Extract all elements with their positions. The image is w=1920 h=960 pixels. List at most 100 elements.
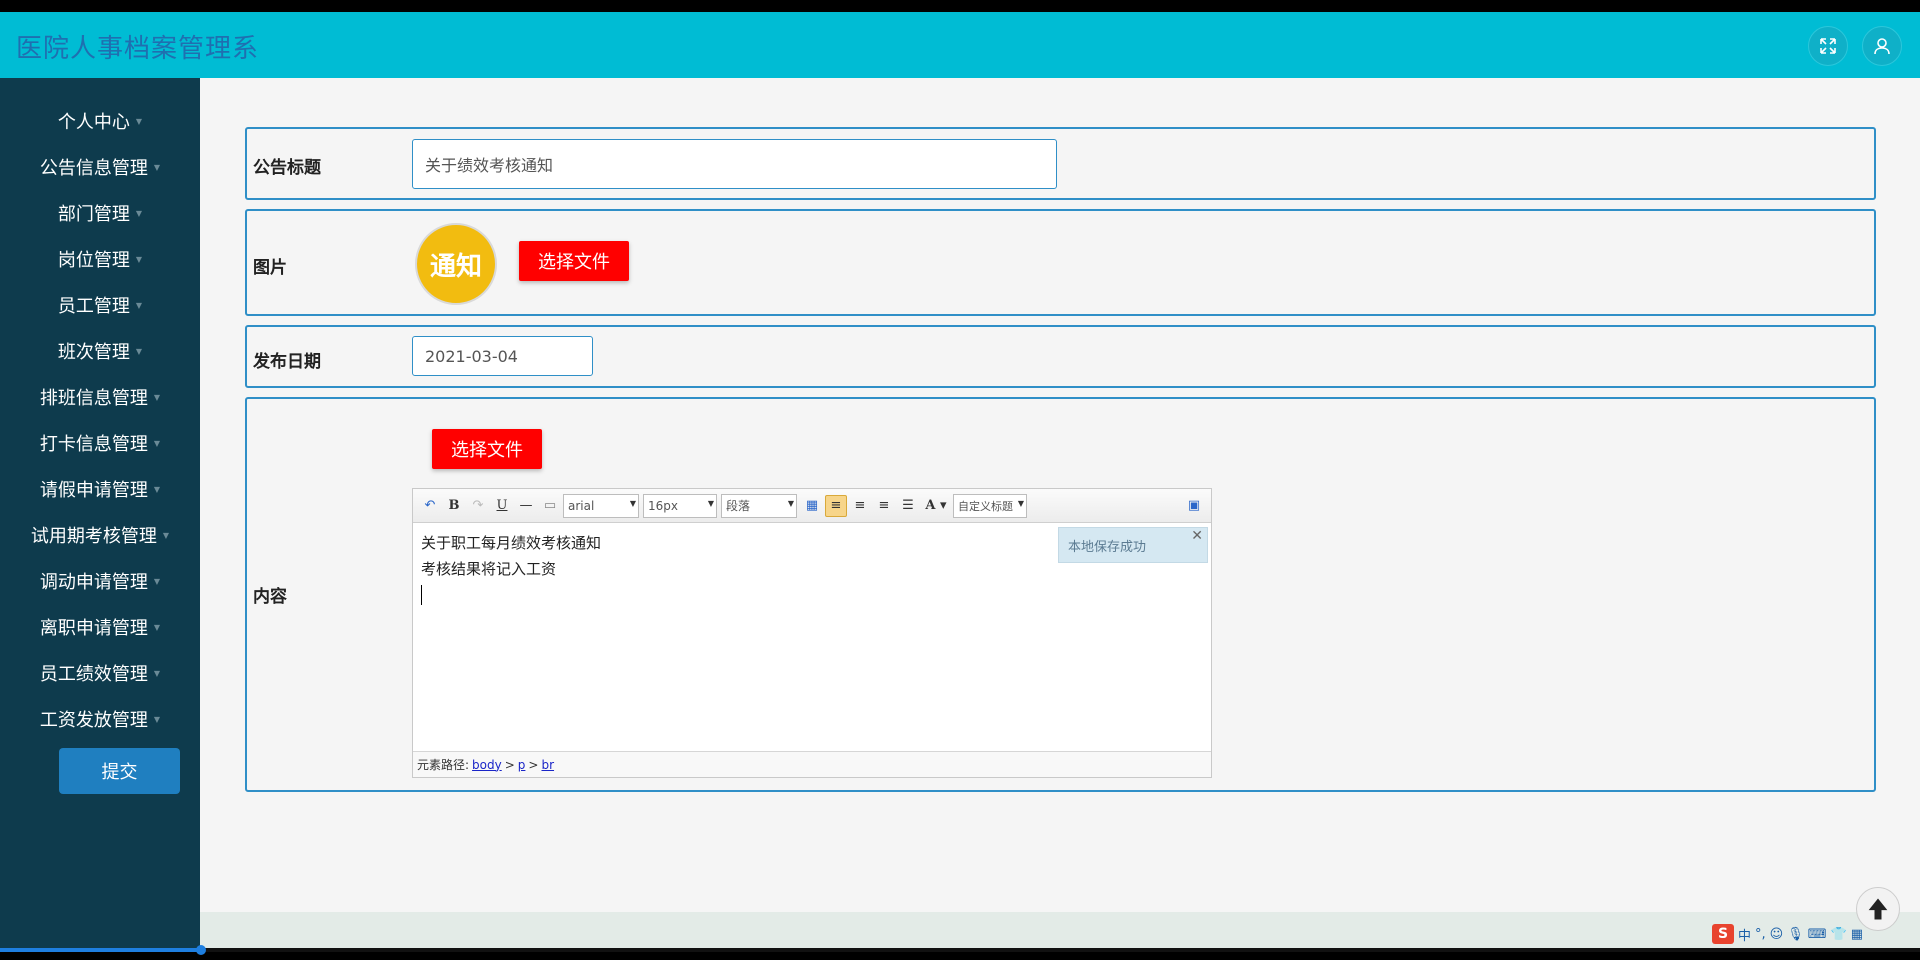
skin-icon[interactable]: 👕 — [1831, 927, 1847, 942]
form-row-image: 图片 通知 选择文件 — [245, 209, 1876, 316]
undo-icon: ↶ — [424, 498, 436, 513]
sidebar-item-resignation[interactable]: 离职申请管理 ▼ — [0, 607, 200, 647]
title-input[interactable]: 关于绩效考核通知 — [412, 139, 1057, 189]
chevron-down-icon: ▼ — [153, 668, 161, 678]
align-center-button[interactable]: ≡ — [873, 495, 895, 517]
chevron-down-icon: ▼ — [153, 576, 161, 586]
page-icon: ▭ — [543, 498, 557, 513]
chevron-down-icon: ▼ — [135, 116, 143, 126]
expand-icon — [1820, 38, 1836, 54]
ime-mode[interactable]: 中 — [1738, 925, 1751, 944]
toast-message: 本地保存成功 — [1068, 539, 1147, 555]
font-size-value: 16px — [648, 498, 678, 513]
notice-image: 通知 — [415, 223, 497, 305]
form-row-date: 发布日期 2021-03-04 — [245, 325, 1876, 388]
undo-button[interactable]: ↶ — [419, 495, 441, 517]
paragraph-value: 段落 — [726, 499, 751, 513]
chevron-down-icon: ▼ — [162, 530, 170, 540]
sidebar-item-label: 工资发放管理 — [39, 710, 148, 731]
choose-file-button[interactable]: 选择文件 — [519, 241, 629, 281]
sidebar-item-employees[interactable]: 员工管理 ▼ — [0, 285, 200, 325]
sidebar-item-label: 班次管理 — [57, 342, 130, 363]
underline-button[interactable]: U — [491, 495, 513, 517]
element-path-bar: 元素路径: body > p > br — [413, 751, 1211, 777]
emoji-icon[interactable]: ☺ — [1770, 927, 1784, 942]
justify-button[interactable]: ☰ — [897, 495, 919, 517]
sidebar-item-scheduling[interactable]: 排班信息管理 ▼ — [0, 377, 200, 417]
chevron-down-icon: ▼ — [629, 498, 636, 508]
redo-button[interactable]: ↷ — [467, 495, 489, 517]
title-label: 公告标题 — [253, 158, 321, 178]
sidebar-item-label: 岗位管理 — [57, 250, 130, 271]
sidebar-item-departments[interactable]: 部门管理 ▼ — [0, 193, 200, 233]
underline-icon: U — [496, 498, 508, 513]
chevron-down-icon: ▼ — [153, 162, 161, 172]
punctuation-icon[interactable]: °, — [1755, 927, 1766, 942]
font-color-button[interactable]: A ▾ — [921, 495, 951, 517]
sidebar-item-leave[interactable]: 请假申请管理 ▼ — [0, 469, 200, 509]
align-right-button[interactable]: ≡ — [849, 495, 871, 517]
sidebar-item-probation[interactable]: 试用期考核管理 ▼ — [0, 515, 200, 555]
video-progress-handle[interactable] — [196, 945, 206, 955]
sidebar-item-attendance[interactable]: 打卡信息管理 ▼ — [0, 423, 200, 463]
fullscreen-button[interactable] — [1808, 26, 1848, 66]
path-link-br[interactable]: br — [541, 758, 554, 772]
keyboard-icon[interactable]: ⌨ — [1808, 927, 1827, 942]
video-progress-track[interactable] — [0, 948, 1920, 952]
save-toast: 本地保存成功 ✕ — [1058, 527, 1208, 563]
align-left-icon: ≡ — [830, 498, 842, 513]
paragraph-select[interactable]: 段落 ▼ — [721, 493, 797, 518]
chevron-down-icon: ▼ — [153, 438, 161, 448]
table-icon: ▦ — [805, 498, 819, 513]
custom-title-value: 自定义标题 — [958, 499, 1013, 513]
path-link-body[interactable]: body — [472, 758, 502, 772]
sidebar-item-label: 个人中心 — [57, 112, 130, 133]
table-button[interactable]: ▦ — [801, 495, 823, 517]
sidebar-item-personal-center[interactable]: 个人中心 ▼ — [0, 101, 200, 141]
sidebar-item-shifts[interactable]: 班次管理 ▼ — [0, 331, 200, 371]
ime-tray: S 中 °, ☺ 🎙 ⌨ 👕 ▦ — [1712, 924, 1863, 944]
sidebar-item-positions[interactable]: 岗位管理 ▼ — [0, 239, 200, 279]
sidebar-item-payroll[interactable]: 工资发放管理 ▼ — [0, 699, 200, 739]
close-icon[interactable]: ✕ — [1191, 528, 1203, 544]
app-window: 医院人事档案管理系 个人中心 ▼ 公告信息管理 ▼ 部门管理 ▼ 岗位管理 ▼ 员工管理… — [0, 12, 1920, 948]
video-progress-fill — [0, 948, 202, 952]
chevron-down-icon: ▼ — [1017, 498, 1024, 508]
font-size-select[interactable]: 16px ▼ — [643, 493, 717, 518]
horizontal-rule-icon: — — [519, 498, 533, 513]
font-family-value: arial — [568, 498, 595, 513]
align-right-icon: ≡ — [854, 498, 866, 513]
user-button[interactable] — [1862, 26, 1902, 66]
bold-button[interactable]: B — [443, 495, 465, 517]
font-family-select[interactable]: arial ▼ — [563, 493, 639, 518]
chevron-down-icon: ▼ — [153, 622, 161, 632]
chevron-down-icon: ▼ — [135, 300, 143, 310]
bold-icon: B — [448, 498, 460, 513]
sidebar-item-label: 请假申请管理 — [39, 480, 148, 501]
content-choose-file-button[interactable]: 选择文件 — [432, 429, 542, 469]
content-label: 内容 — [253, 587, 287, 607]
grid-icon[interactable]: ▦ — [1851, 927, 1863, 942]
editor-toolbar: ↶ B ↷ U — ▭ arial ▼ 16px ▼ 段落 ▼ ▦ ≡ ≡ ≡ ☰ A… — [413, 489, 1211, 523]
submit-button[interactable]: 提交 — [59, 748, 180, 794]
path-label: 元素路径: — [417, 758, 470, 772]
font-color-icon: A ▾ — [925, 498, 947, 513]
date-input[interactable]: 2021-03-04 — [412, 336, 593, 376]
sogou-icon[interactable]: S — [1712, 924, 1734, 944]
preview-button[interactable]: ▣ — [1183, 495, 1205, 517]
sidebar-item-announcements[interactable]: 公告信息管理 ▼ — [0, 147, 200, 187]
date-label: 发布日期 — [253, 352, 321, 372]
custom-title-select[interactable]: 自定义标题 ▼ — [953, 493, 1027, 518]
horizontal-rule-button[interactable]: — — [515, 495, 537, 517]
path-link-p[interactable]: p — [518, 758, 526, 772]
chevron-down-icon: ▼ — [153, 484, 161, 494]
app-title: 医院人事档案管理系 — [16, 34, 260, 64]
chevron-down-icon: ▼ — [135, 346, 143, 356]
align-left-button[interactable]: ≡ — [825, 494, 847, 517]
sidebar-item-performance[interactable]: 员工绩效管理 ▼ — [0, 653, 200, 693]
mic-icon[interactable]: 🎙 — [1787, 927, 1804, 942]
arrow-up-icon — [1868, 898, 1888, 920]
paste-button[interactable]: ▭ — [539, 495, 561, 517]
sidebar-item-transfer[interactable]: 调动申请管理 ▼ — [0, 561, 200, 601]
monitor-icon: ▣ — [1187, 498, 1201, 513]
